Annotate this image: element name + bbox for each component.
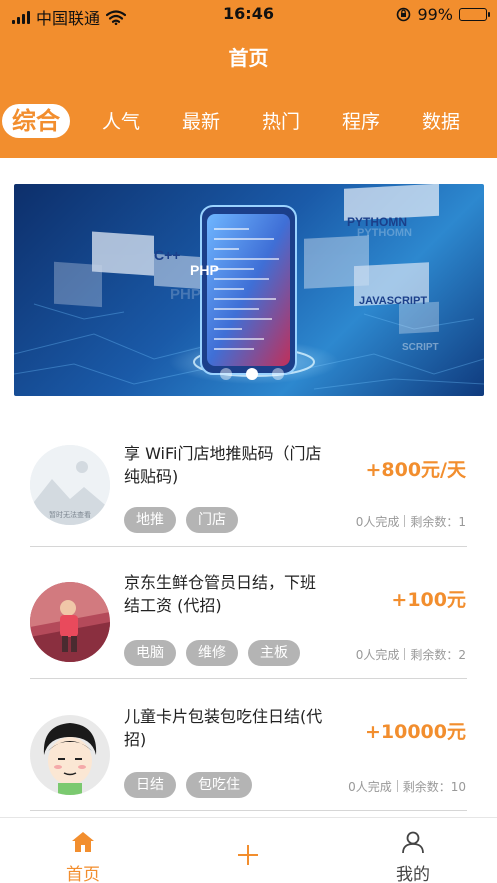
plus-icon [238, 845, 258, 865]
remaining-count: 剩余数：2 [410, 648, 466, 662]
header: 中国联通 16:46 99% 首页 综合 人气 最新 热门 程序 数据 [0, 0, 497, 158]
user-icon [402, 831, 424, 854]
tag: 地推 [124, 507, 176, 533]
home-icon [72, 832, 94, 852]
item-tags: 日结 包吃住 [124, 772, 252, 798]
banner-text-python-shadow: PYTHOMN [357, 227, 412, 239]
carousel-dot[interactable] [246, 368, 258, 380]
carousel-dot[interactable] [220, 368, 232, 380]
carousel-dot[interactable] [272, 368, 284, 380]
image-caption: 暂时无法查看 [49, 510, 91, 519]
item-title: 享 WiFi门店地推贴码（门店纯贴码) [124, 444, 322, 486]
banner-text-script: SCRIPT [402, 342, 439, 353]
item-stats: 0人完成 剩余数：10 [348, 778, 466, 795]
tag: 主板 [248, 640, 300, 666]
completed-count: 0人完成 [355, 648, 400, 662]
item-price: +10000元 [364, 721, 466, 743]
item-title: 京东生鲜仓管员日结，下班结工资 (代招) [124, 573, 317, 615]
tab-data[interactable]: 数据 [416, 100, 466, 144]
orientation-lock-icon [397, 7, 411, 22]
status-bar: 中国联通 16:46 99% [0, 0, 497, 30]
tabbar-home[interactable]: 首页 [23, 818, 143, 883]
remaining-count: 剩余数：1 [410, 515, 466, 529]
list-item[interactable]: 京东生鲜仓管员日结，下班结工资 (代招) +100元 电脑 维修 主板 0人完成… [0, 547, 497, 679]
status-right: 99% [396, 5, 490, 24]
tag: 日结 [124, 772, 176, 798]
item-title: 儿童卡片包装包吃住日结(代招) [124, 707, 323, 749]
carousel-dots [220, 368, 284, 380]
tab-popular[interactable]: 人气 [96, 100, 146, 144]
battery-text: 99% [417, 5, 453, 24]
banner-image: PYTHOMN PYTHOMN C++ PHP PHP JAVASCRIPT S… [14, 184, 484, 390]
tab-latest[interactable]: 最新 [176, 100, 226, 144]
tabbar-home-label: 首页 [66, 865, 100, 883]
bottom-tab-bar: 首页 我的 [0, 817, 497, 883]
item-price: +100元 [391, 589, 466, 611]
list-item[interactable]: 儿童卡片包装包吃住日结(代招) +10000元 日结 包吃住 0人完成 剩余数：1… [0, 679, 497, 811]
person-photo [30, 582, 110, 662]
item-stats: 0人完成 剩余数：1 [356, 513, 466, 530]
battery-icon [459, 8, 490, 21]
item-price: +800元/天 [365, 459, 466, 481]
placeholder-image: 暂时无法查看 [30, 445, 110, 525]
banner-text-cpp: C++ [154, 247, 180, 263]
tabbar-add[interactable] [188, 818, 308, 883]
banner-text-javascript: JAVASCRIPT [359, 295, 427, 307]
list-item[interactable]: 暂时无法查看 享 WiFi门店地推贴码（门店纯贴码) +800元/天 地推 门店… [0, 415, 497, 547]
tag: 包吃住 [186, 772, 252, 798]
item-stats: 0人完成 剩余数：2 [356, 646, 466, 663]
tag: 门店 [186, 507, 238, 533]
banner-text-php: PHP [190, 262, 219, 278]
tab-programs[interactable]: 程序 [336, 100, 386, 144]
job-list: 暂时无法查看 享 WiFi门店地推贴码（门店纯贴码) +800元/天 地推 门店… [0, 415, 497, 811]
tabbar-mine[interactable]: 我的 [353, 818, 473, 883]
banner-text-php-shadow: PHP [170, 286, 201, 303]
category-tabs: 综合 人气 最新 热门 程序 数据 [0, 100, 497, 144]
completed-count: 0人完成 [355, 515, 400, 529]
banner-carousel[interactable]: PYTHOMN PYTHOMN C++ PHP PHP JAVASCRIPT S… [14, 184, 484, 396]
tag: 维修 [186, 640, 238, 666]
completed-count: 0人完成 [348, 780, 392, 794]
tab-hot[interactable]: 热门 [256, 100, 306, 144]
tabbar-mine-label: 我的 [396, 865, 430, 883]
item-tags: 电脑 维修 主板 [124, 640, 300, 666]
tag: 电脑 [124, 640, 176, 666]
remaining-count: 剩余数：10 [402, 780, 466, 794]
tab-comprehensive[interactable]: 综合 [2, 104, 70, 138]
item-tags: 地推 门店 [124, 507, 238, 533]
cartoon-avatar [30, 715, 110, 795]
page-title: 首页 [228, 46, 269, 70]
image-placeholder-icon: 暂时无法查看 [30, 445, 110, 525]
